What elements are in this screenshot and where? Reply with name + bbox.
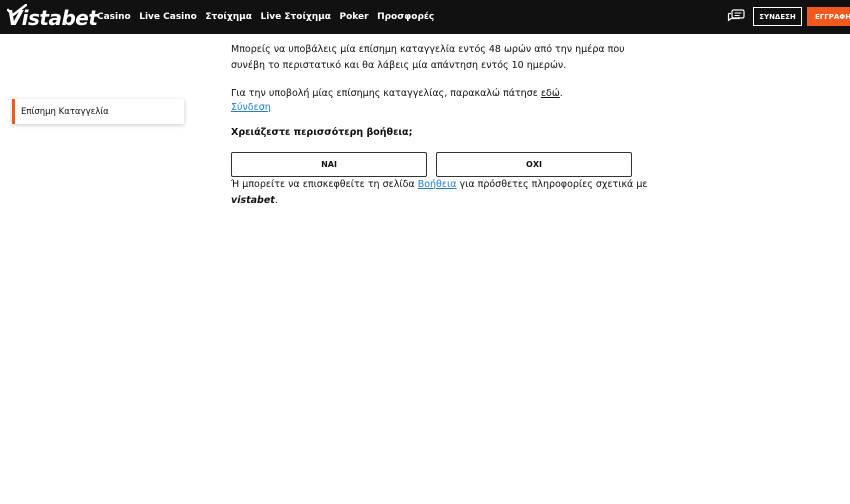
top-header: Vistabet Casino Live Casino Στοίχημα Liv… [0, 0, 850, 34]
vistabet-logo[interactable]: Vistabet [7, 4, 98, 30]
complaint-here-link[interactable]: εδώ [541, 88, 560, 99]
help-page-paragraph: Ή μπορείτε να επισκεφθείτε τη σελίδα Βοή… [231, 177, 651, 208]
complaint-submit-end: . [559, 88, 563, 99]
nav-promotions[interactable]: Προσφορές [377, 12, 434, 22]
nav-sports-betting[interactable]: Στοίχημα [205, 12, 252, 22]
yes-button[interactable]: ΝΑΙ [231, 152, 427, 177]
complaint-submit-paragraph: Για την υποβολή μίας επίσημης καταγγελία… [231, 86, 651, 102]
logo-swoosh-icon [7, 4, 27, 16]
nav-poker[interactable]: Poker [340, 12, 369, 22]
complaint-submit-text: Για την υποβολή μίας επίσημης καταγγελία… [231, 88, 541, 99]
help-page-text: Ή μπορείτε να επισκεφθείτε τη σελίδα [231, 179, 418, 190]
nav-live-betting[interactable]: Live Στοίχημα [260, 12, 331, 22]
brand-name-inline: vistabet [231, 194, 275, 206]
main-nav: Casino Live Casino Στοίχημα Live Στοίχημ… [97, 0, 443, 34]
no-button[interactable]: ΟΧΙ [436, 152, 632, 177]
register-button[interactable]: ΕΓΓΡΑΦΗ [807, 7, 850, 26]
nav-casino[interactable]: Casino [97, 12, 131, 22]
help-page-mid: για πρόσθετες πληροφορίες σχετικά με [456, 179, 648, 190]
help-page-link[interactable]: Βοήθεια [418, 179, 457, 190]
help-question-heading: Χρειάζεστε περισσότερη βοήθεια; [231, 127, 413, 138]
nav-live-casino[interactable]: Live Casino [139, 12, 197, 22]
chat-bubbles-icon[interactable] [727, 9, 745, 24]
sidebar-item-label: Επίσημη Καταγγελία [21, 106, 109, 117]
sidebar-item-official-complaint[interactable]: Επίσημη Καταγγελία [12, 99, 184, 124]
login-button[interactable]: ΣΥΝΔΕΣΗ [753, 7, 802, 26]
complaint-info-paragraph: Μπορείς να υποβάλεις μία επίσημη καταγγε… [231, 44, 625, 71]
help-page-end: . [274, 194, 278, 206]
login-link[interactable]: Σύνδεση [231, 100, 271, 116]
